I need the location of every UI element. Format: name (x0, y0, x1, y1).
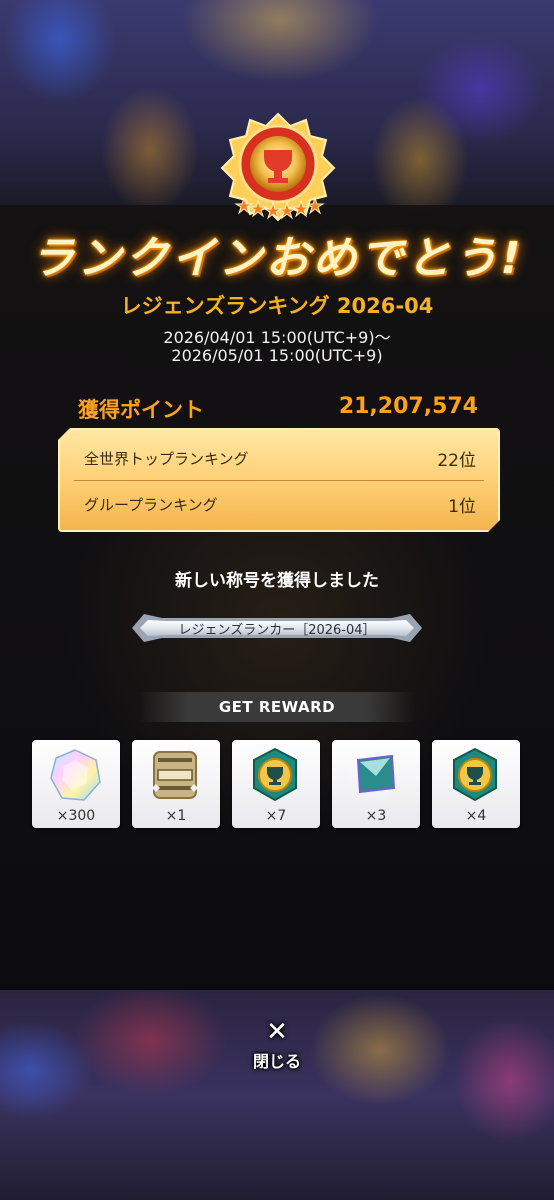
ranking-row-world: 全世界トップランキング 22位 (84, 434, 476, 480)
ticket-plate-icon (152, 751, 198, 799)
crystal-card-icon (348, 748, 402, 802)
reward-item[interactable]: ×300 (32, 740, 120, 828)
ranking-value: 1位 (448, 497, 476, 517)
trophy-medal-icon (220, 112, 336, 222)
ranking-row-group: グループランキング 1位 (84, 480, 476, 526)
new-title-message: 新しい称号を獲得しました (175, 571, 379, 591)
reward-list: ×300 ×1 ×7 ×3 ×4 (32, 740, 522, 830)
reward-header-text: GET REWARD (218, 698, 336, 716)
close-x-icon: ✕ (266, 1017, 288, 1047)
ranking-value: 22位 (437, 451, 476, 471)
ranking-label: グループランキング (84, 496, 218, 514)
period-end: 2026/05/01 15:00(UTC+9) (171, 346, 383, 365)
ranking-label: 全世界トップランキング (84, 450, 249, 468)
rainbow-gem-icon (50, 749, 101, 801)
reward-item[interactable]: ×4 (432, 740, 520, 828)
reward-item[interactable]: ×1 (132, 740, 220, 828)
points-label: 獲得ポイント (78, 398, 204, 422)
reward-quantity: ×4 (465, 808, 487, 824)
points-value: 21,207,574 (338, 394, 478, 419)
congrats-headline: ランクインおめでとう! (30, 233, 524, 284)
reward-header: GET REWARD (138, 692, 416, 722)
event-title: レジェンズランキング 2026-04 (120, 294, 434, 318)
close-button[interactable]: ✕ 閉じる (247, 1017, 307, 1076)
reward-quantity: ×1 (165, 808, 187, 824)
points-row: 獲得ポイント 21,207,574 (78, 394, 478, 424)
reward-quantity: ×300 (56, 808, 96, 824)
trophy-medal-icon (253, 747, 297, 802)
reward-item[interactable]: ×7 (232, 740, 320, 828)
reward-quantity: ×7 (265, 808, 287, 824)
reward-item[interactable]: ×3 (332, 740, 420, 828)
reward-quantity: ×3 (365, 808, 387, 824)
title-name: レジェンズランカー［2026-04］ (178, 623, 376, 638)
title-plate: レジェンズランカー［2026-04］ (132, 612, 422, 644)
close-label: 閉じる (252, 1052, 301, 1071)
trophy-medal-icon (453, 747, 497, 802)
period-start: 2026/04/01 15:00(UTC+9)〜 (163, 328, 391, 347)
ranking-panel: 全世界トップランキング 22位 グループランキング 1位 (58, 428, 500, 532)
